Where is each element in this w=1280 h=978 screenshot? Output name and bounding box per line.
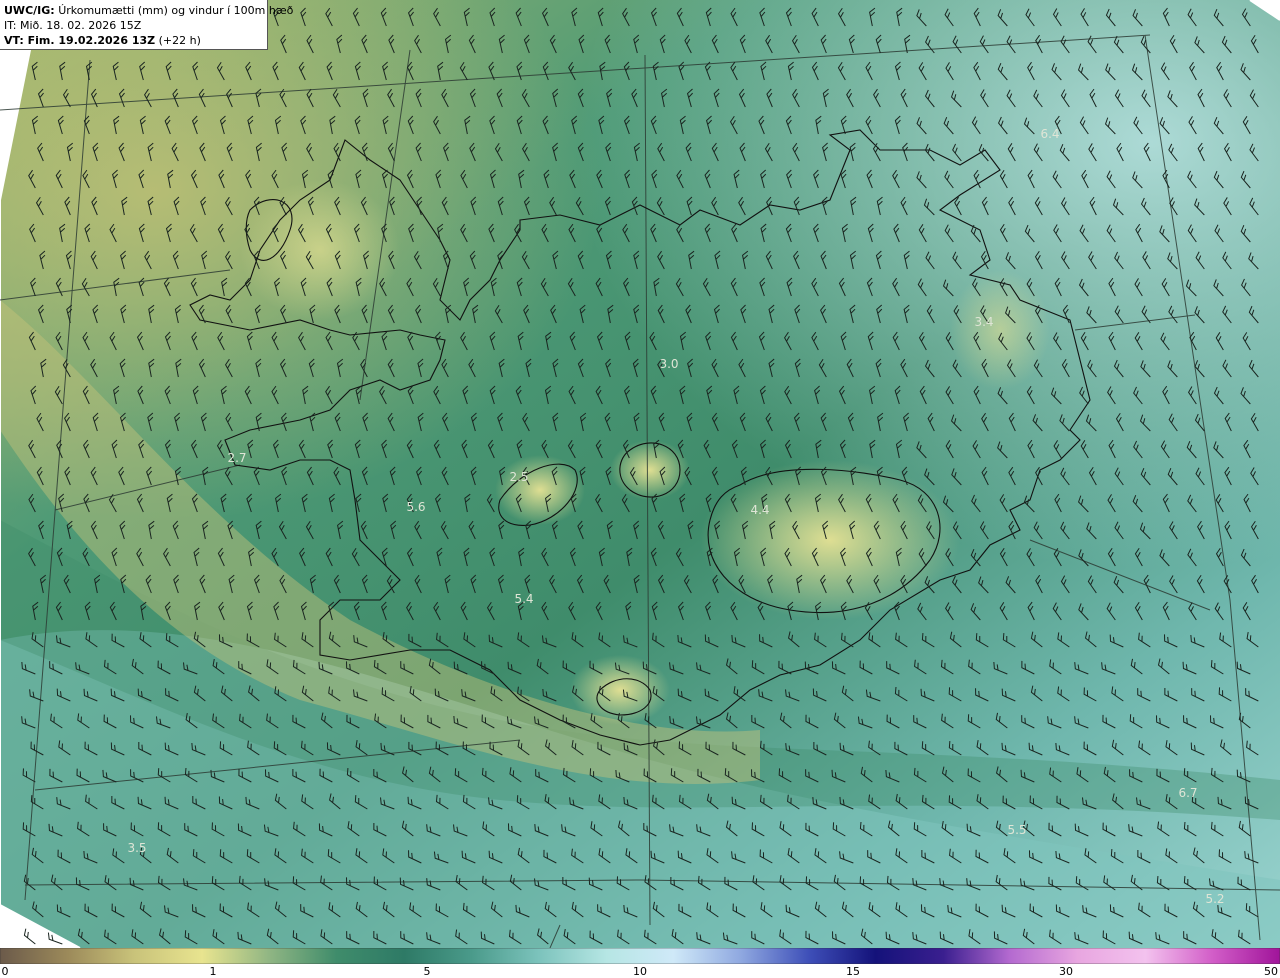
colorbar-gradient xyxy=(0,948,1280,964)
title-row: UWC/IG: Úrkomumætti (mm) og vindur í 100… xyxy=(4,3,293,18)
forecast-offset: (+22 h) xyxy=(158,34,201,47)
map-value-label: 3.4 xyxy=(974,315,993,329)
colorbar-tick-50: 50 xyxy=(1264,965,1278,978)
colorbar-tick-30: 30 xyxy=(1059,965,1073,978)
map-value-label: 2.5 xyxy=(509,470,528,484)
map-value-label: 5.5 xyxy=(1007,823,1026,837)
map-value-label: 5.6 xyxy=(406,500,425,514)
map-title: Úrkomumætti (mm) og vindur í 100m hæð xyxy=(58,4,294,17)
issue-time: IT: Mið. 18. 02. 2026 15Z xyxy=(4,19,142,32)
map-value-label: 5.4 xyxy=(514,592,533,606)
map-value-label: 2.7 xyxy=(227,451,246,465)
model-name: UWC/IG: xyxy=(4,4,55,17)
colorbar-tick-10: 10 xyxy=(633,965,647,978)
weather-map: 6.4 3.4 3.0 2.7 2.5 5.6 4.4 5.4 3.5 6.7 5.5 5.2 xyxy=(0,0,1280,948)
colorbar-tick-5: 5 xyxy=(423,965,431,978)
wind-barb xyxy=(23,928,36,945)
precipitation-colorbar: 0 1 5 10 15 30 50 xyxy=(0,948,1280,978)
colorbar-tick-0: 0 xyxy=(1,965,9,978)
map-value-label: 5.2 xyxy=(1205,892,1224,906)
map-value-label: 4.4 xyxy=(750,503,769,517)
colorbar-tick-15: 15 xyxy=(846,965,860,978)
info-box: UWC/IG: Úrkomumætti (mm) og vindur í 100… xyxy=(0,0,293,50)
valid-time-row: VT: Fim. 19.02.2026 13Z (+22 h) xyxy=(4,33,263,48)
map-value-label: 3.5 xyxy=(127,841,146,855)
map-value-label: 6.4 xyxy=(1040,127,1059,141)
valid-time: VT: Fim. 19.02.2026 13Z xyxy=(4,34,156,47)
map-value-label: 6.7 xyxy=(1178,786,1197,800)
map-value-label: 3.0 xyxy=(659,357,678,371)
colorbar-tick-1: 1 xyxy=(209,965,217,978)
